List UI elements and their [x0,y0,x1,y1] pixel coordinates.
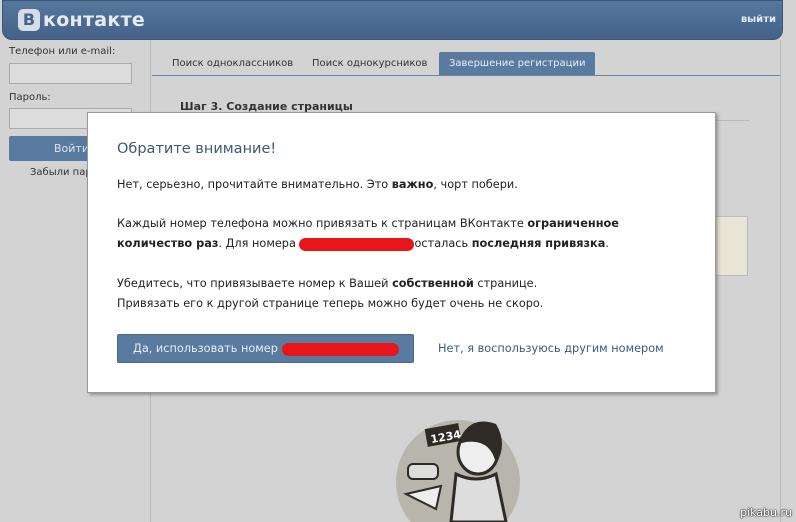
watermark: pikabu.ru [740,506,792,519]
divider [780,40,781,522]
header: B контакте выйти [2,0,783,40]
vk-logo[interactable]: B контакте [18,9,145,31]
tab-coursemates[interactable]: Поиск однокурсников [302,52,437,75]
password-label: Пароль: [9,92,51,103]
redacted-number [299,237,415,251]
dialog-text: Привязать его к другой странице теперь м… [117,297,544,310]
redacted-number [281,342,399,356]
tab-classmates[interactable]: Поиск одноклассников [162,52,303,75]
logout-link[interactable]: выйти [741,14,776,25]
use-other-number-link[interactable]: Нет, я воспользуюсь другим номером [438,342,664,355]
logo-icon: B [18,9,40,31]
warning-dialog: Обратите внимание! Нет, серьезно, прочит… [87,112,716,393]
tab-bar: Поиск одноклассников Поиск однокурсников… [152,52,780,76]
dialog-text: Каждый номер телефона можно привязать к … [117,217,619,230]
dialog-text: Нет, серьезно, прочитайте внимательно. Э… [117,178,518,191]
tab-finish-registration[interactable]: Завершение регистрации [439,52,596,75]
phone-girl-illustration: 1234 [396,420,520,522]
dialog-text: количество раз. Для номера осталась посл… [117,237,609,251]
logo-text: контакте [43,9,146,31]
phone-input[interactable] [9,63,132,84]
phone-label: Телефон или e-mail: [9,46,116,57]
use-number-button[interactable]: Да, использовать номер [117,334,414,363]
dialog-title: Обратите внимание! [117,141,277,157]
dialog-text: Убедитесь, что привязываете номер к Ваше… [117,277,538,290]
